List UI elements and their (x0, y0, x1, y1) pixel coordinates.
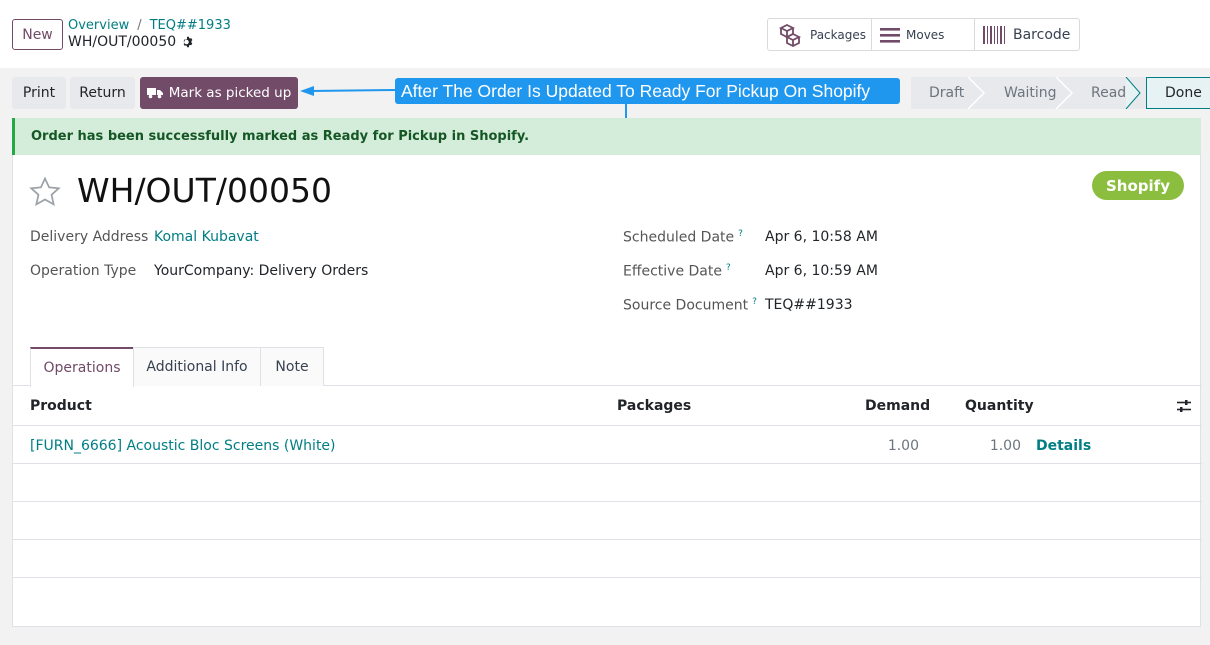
mark-as-picked-up-label: Mark as picked up (168, 85, 292, 101)
effective-date-label-text: Effective Date (623, 263, 722, 280)
help-tooltip[interactable]: ? (738, 229, 743, 239)
tab-additional-info[interactable]: Additional Info (133, 347, 261, 386)
success-alert: Order has been successfully marked as Re… (12, 118, 1201, 155)
table-header: Product Packages Demand Quantity (13, 386, 1202, 426)
help-tooltip[interactable]: ? (726, 263, 731, 273)
demand-cell: 1.00 (887, 438, 919, 454)
breadcrumb-separator: / (137, 18, 142, 33)
breadcrumb-overview[interactable]: Overview (68, 18, 129, 33)
column-packages[interactable]: Packages (617, 398, 691, 414)
delivery-address-label: Delivery Address (30, 229, 149, 245)
status-stage-label: Draft (929, 85, 965, 101)
settings-icon[interactable] (1176, 398, 1192, 414)
new-button[interactable]: New (12, 19, 63, 50)
scheduled-date-value[interactable]: Apr 6, 10:58 AM (765, 229, 878, 245)
status-stage-label: Ready (1091, 85, 1135, 101)
column-demand[interactable]: Demand (865, 398, 930, 414)
notebook-tabs: Operations Additional Info Note (13, 347, 1202, 387)
status-bar: Draft Waiting Ready Done (911, 77, 1210, 109)
empty-row (13, 502, 1202, 540)
source-document-label: Source Document? (623, 297, 757, 314)
packages-icon (778, 23, 802, 47)
status-stage-ready[interactable]: Ready (1073, 77, 1146, 109)
print-button[interactable]: Print (12, 77, 66, 109)
packages-smart-button[interactable]: Packages (767, 18, 872, 51)
moves-icon (880, 27, 900, 43)
operation-type-value[interactable]: YourCompany: Delivery Orders (154, 263, 368, 279)
tab-note[interactable]: Note (260, 347, 324, 386)
barcode-smart-button[interactable]: Barcode (974, 18, 1080, 51)
record-title: WH/OUT/00050 (77, 171, 332, 210)
column-quantity[interactable]: Quantity (965, 398, 1034, 414)
source-document-label-text: Source Document (623, 297, 749, 314)
product-cell[interactable]: [FURN_6666] Acoustic Bloc Screens (White… (30, 438, 336, 454)
breadcrumb-record: WH/OUT/00050 (68, 34, 194, 50)
packages-label: Packages (810, 27, 866, 42)
barcode-icon (983, 25, 1005, 44)
scheduled-date-label-text: Scheduled Date (623, 229, 735, 246)
table-row[interactable]: [FURN_6666] Acoustic Bloc Screens (White… (13, 426, 1202, 464)
effective-date-label: Effective Date? (623, 263, 731, 280)
mark-as-picked-up-button[interactable]: Mark as picked up (140, 77, 298, 109)
status-stage-label: Waiting (1004, 85, 1057, 101)
effective-date-value[interactable]: Apr 6, 10:59 AM (765, 263, 878, 279)
gear-icon[interactable] (182, 36, 194, 48)
status-stage-waiting[interactable]: Waiting (986, 77, 1073, 109)
help-tooltip[interactable]: ? (752, 297, 757, 307)
delivery-address-value[interactable]: Komal Kubavat (154, 229, 259, 245)
empty-row (13, 540, 1202, 578)
breadcrumb: Overview / TEQ##1933 (68, 18, 231, 33)
moves-smart-button[interactable]: Moves (871, 18, 975, 51)
breadcrumb-record-label: WH/OUT/00050 (68, 34, 177, 50)
control-panel: New Overview / TEQ##1933 WH/OUT/00050 Pa… (0, 0, 1210, 68)
status-stage-done[interactable]: Done (1146, 77, 1210, 109)
star-icon[interactable] (28, 175, 62, 209)
quantity-cell[interactable]: 1.00 (975, 438, 1021, 454)
return-button[interactable]: Return (70, 77, 135, 109)
barcode-label: Barcode (1013, 26, 1071, 43)
operation-type-label: Operation Type (30, 263, 137, 279)
shopify-tag: Shopify (1092, 171, 1184, 200)
status-stage-label: Done (1165, 85, 1202, 101)
tab-operations[interactable]: Operations (30, 347, 134, 387)
scheduled-date-label: Scheduled Date? (623, 229, 743, 246)
moves-label: Moves (906, 27, 945, 42)
source-document-value[interactable]: TEQ##1933 (765, 297, 853, 313)
truck-icon (146, 88, 163, 99)
empty-row (13, 464, 1202, 502)
breadcrumb-source[interactable]: TEQ##1933 (150, 18, 231, 33)
form-sheet: WH/OUT/00050 Shopify Delivery Address Ko… (12, 155, 1202, 627)
column-product[interactable]: Product (30, 398, 92, 414)
status-stage-draft[interactable]: Draft (911, 77, 986, 109)
details-button[interactable]: Details (1036, 438, 1091, 454)
annotation-callout: After The Order Is Updated To Ready For … (395, 78, 900, 104)
